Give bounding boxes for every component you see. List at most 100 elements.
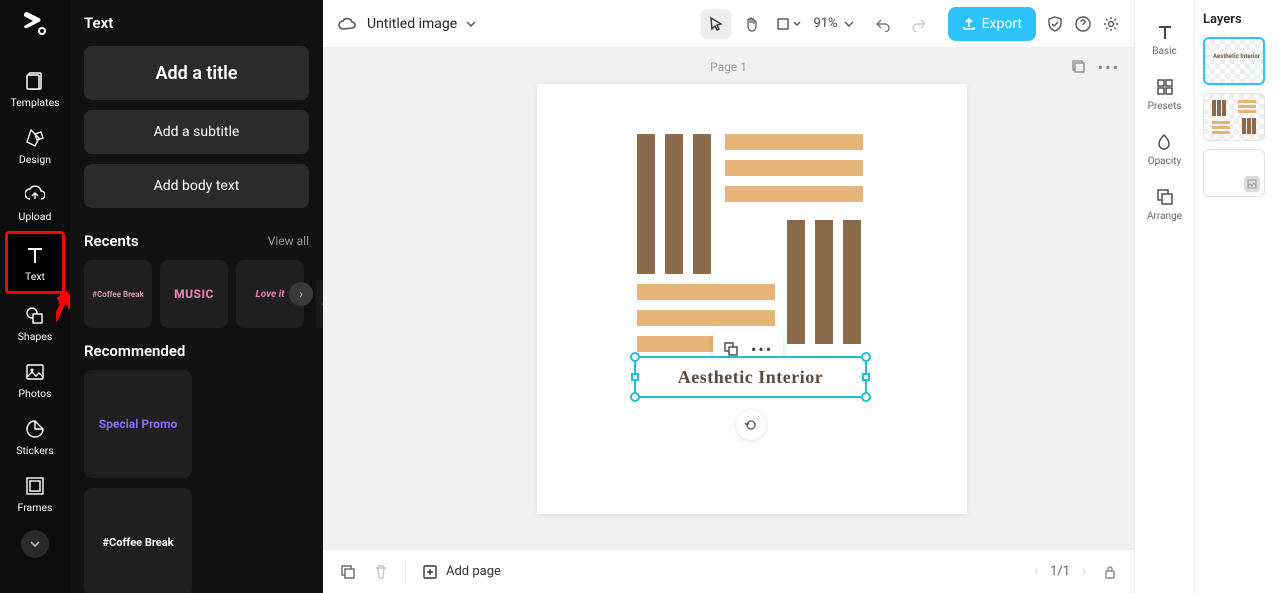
export-button[interactable]: Export	[948, 7, 1036, 41]
design-icon	[23, 127, 47, 149]
add-page-button[interactable]: Add page	[422, 564, 501, 580]
page-more-icon[interactable]: •••	[1098, 58, 1120, 77]
view-all-link[interactable]: View all	[268, 234, 309, 248]
nav-stickers[interactable]: Stickers	[5, 408, 65, 465]
resize-handle-e[interactable]	[862, 373, 870, 381]
zoom-control[interactable]: 91%	[813, 16, 853, 31]
canvas-area[interactable]: Page 1 •••	[323, 48, 1134, 549]
presets-icon	[1155, 77, 1175, 97]
topbar: Untitled image 91% Export	[323, 0, 1134, 48]
layers-title: Layers	[1203, 12, 1272, 27]
nav-upload[interactable]: Upload	[5, 174, 65, 231]
text-content[interactable]: Aesthetic Interior	[678, 367, 823, 388]
add-title-button[interactable]: Add a title	[84, 46, 309, 100]
recommended-thumb[interactable]: Special Promo	[84, 370, 192, 478]
pages-icon[interactable]	[339, 563, 357, 581]
duplicate-page-icon[interactable]	[1070, 58, 1086, 77]
recommended-grid: Special Promo #Coffee Break BABYTOY okay…	[84, 370, 309, 593]
rail-opacity[interactable]: Opacity	[1148, 126, 1182, 177]
prev-page[interactable]: ‹	[1034, 564, 1038, 579]
resize-handle-nw[interactable]	[630, 352, 640, 362]
recommended-thumb[interactable]: #Coffee Break	[84, 488, 192, 593]
cloud-icon[interactable]	[337, 14, 357, 34]
settings-icon[interactable]	[1102, 15, 1120, 33]
nav-label: Templates	[10, 96, 59, 109]
shield-icon[interactable]	[1046, 15, 1064, 33]
image-placeholder-icon	[1244, 176, 1260, 192]
templates-icon	[23, 70, 47, 92]
text-element-selected[interactable]: Aesthetic Interior	[634, 356, 867, 398]
shapes-icon	[23, 304, 47, 326]
nav-text[interactable]: Text	[5, 231, 65, 294]
chevron-down-icon	[844, 19, 854, 29]
resize-handle-ne[interactable]	[861, 352, 871, 362]
artboard[interactable]: ••• Aesthetic Interior	[537, 84, 967, 514]
nav-label: Photos	[18, 387, 51, 400]
photos-icon	[23, 361, 47, 383]
main-area: Untitled image 91% Export	[323, 0, 1134, 593]
recent-thumb[interactable]: MUSIC	[160, 260, 228, 328]
nav-frames[interactable]: Frames	[5, 465, 65, 522]
resize-handle-sw[interactable]	[630, 392, 640, 402]
bottom-bar: Add page ‹ 1/1 ›	[323, 549, 1134, 593]
text-icon	[23, 244, 47, 266]
nav-rail: Templates Design Upload Text Shapes Phot…	[0, 0, 70, 593]
panel-collapse-handle[interactable]: ‹	[316, 280, 323, 328]
nav-label: Frames	[18, 501, 53, 514]
help-icon[interactable]	[1074, 15, 1092, 33]
pager: ‹ 1/1 ›	[1034, 564, 1086, 579]
add-subtitle-button[interactable]: Add a subtitle	[84, 110, 309, 154]
nav-photos[interactable]: Photos	[5, 351, 65, 408]
frames-icon	[23, 475, 47, 497]
nav-more[interactable]	[21, 530, 49, 558]
recommended-heading: Recommended	[84, 342, 185, 360]
undo-button[interactable]	[868, 9, 898, 39]
layer-thumb[interactable]	[1203, 93, 1265, 141]
nav-label: Text	[25, 270, 45, 283]
text-panel: Text Add a title Add a subtitle Add body…	[70, 0, 323, 593]
export-icon	[962, 17, 976, 31]
divider	[405, 561, 406, 583]
recents-row: #Coffee Break MUSIC Love it ›	[84, 260, 309, 328]
canvas-tools: 91%	[701, 9, 933, 39]
opacity-icon	[1154, 132, 1174, 152]
recent-thumb[interactable]: #Coffee Break	[84, 260, 152, 328]
nav-label: Upload	[19, 210, 52, 223]
rotate-handle[interactable]	[736, 410, 766, 440]
nav-label: Stickers	[16, 444, 53, 457]
redo-button[interactable]	[904, 9, 934, 39]
nav-templates[interactable]: Templates	[5, 60, 65, 117]
rail-presets[interactable]: Presets	[1148, 71, 1182, 122]
document-title[interactable]: Untitled image	[367, 16, 477, 32]
nav-label: Design	[19, 153, 51, 166]
rail-basic[interactable]: Basic	[1152, 16, 1177, 67]
nav-design[interactable]: Design	[5, 117, 65, 174]
layer-thumb[interactable]	[1203, 149, 1265, 197]
lock-icon[interactable]	[1102, 564, 1118, 580]
nav-shapes[interactable]: Shapes	[5, 294, 65, 351]
rail-arrange[interactable]: Arrange	[1147, 181, 1182, 232]
layer-thumb[interactable]: Aesthetic Interior	[1203, 37, 1265, 85]
delete-icon[interactable]	[373, 564, 389, 580]
nav-label: Shapes	[18, 330, 53, 343]
select-tool[interactable]	[701, 9, 731, 39]
arrange-icon	[1155, 187, 1175, 207]
resize-handle-se[interactable]	[861, 392, 871, 402]
right-rail: Basic Presets Opacity Arrange	[1134, 0, 1194, 593]
page-indicator: 1/1	[1050, 564, 1070, 579]
crop-tool[interactable]	[773, 9, 803, 39]
text-icon	[1155, 22, 1175, 42]
resize-handle-w[interactable]	[631, 373, 639, 381]
scroll-right-button[interactable]: ›	[289, 282, 313, 306]
app-logo[interactable]	[17, 6, 53, 42]
plus-icon	[422, 564, 438, 580]
page-label: Page 1	[710, 60, 747, 74]
logo-graphic[interactable]	[637, 134, 863, 344]
next-page[interactable]: ›	[1082, 564, 1086, 579]
add-body-button[interactable]: Add body text	[84, 164, 309, 208]
group-icon[interactable]	[723, 341, 739, 357]
layers-panel: Layers Aesthetic Interior	[1194, 0, 1280, 593]
hand-tool[interactable]	[737, 9, 767, 39]
chevron-down-icon	[465, 18, 477, 30]
stickers-icon	[23, 418, 47, 440]
